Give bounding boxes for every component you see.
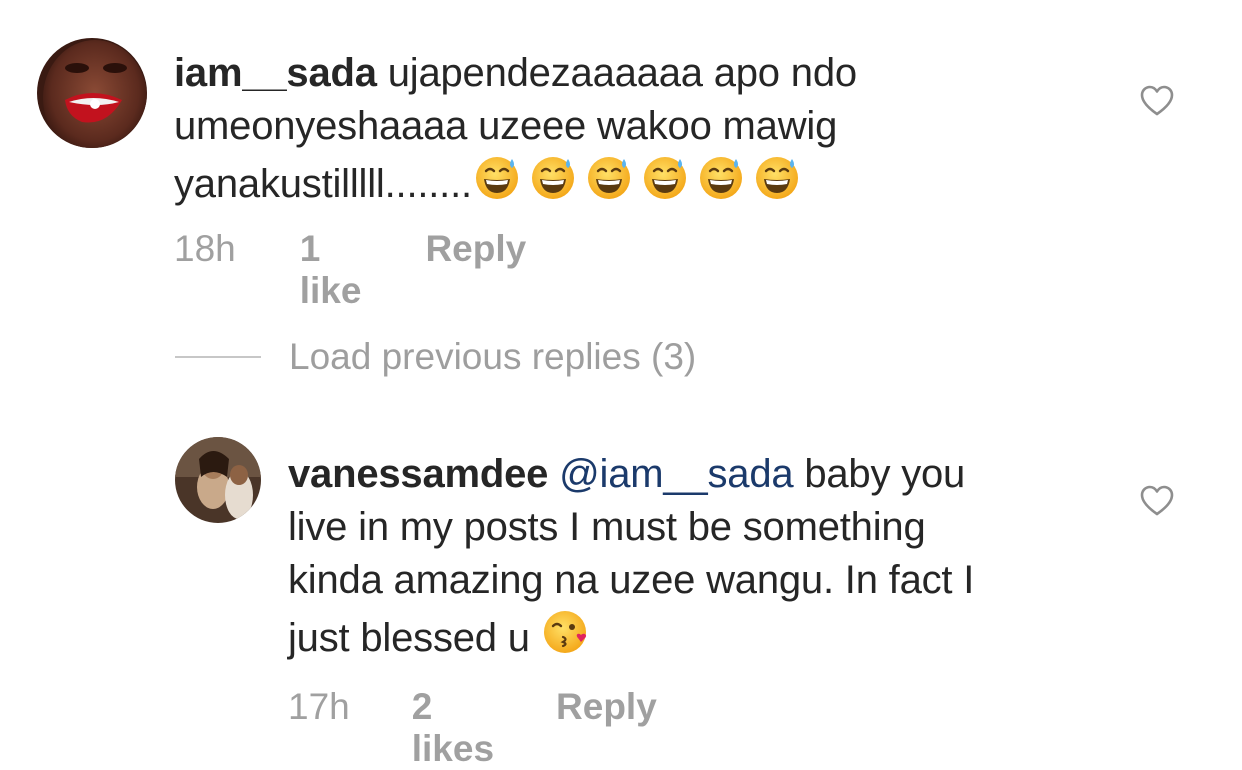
comment-text: vanessamdee @iam__sada baby you live in …: [288, 448, 1108, 665]
divider: [175, 356, 261, 358]
comment-line: ujapendezaaaaaa apo ndo: [387, 51, 857, 95]
avatar[interactable]: [175, 437, 261, 523]
comment-line: umeonyeshaaaa uzeee wakoo mawig: [174, 104, 838, 148]
comment-username[interactable]: iam__sada: [174, 51, 377, 95]
grinning-sweat-emoji: [528, 153, 578, 203]
load-previous-replies[interactable]: Load previous replies (3): [175, 336, 696, 378]
reply-button[interactable]: Reply: [556, 686, 657, 728]
likes-count[interactable]: 2 likes: [412, 686, 494, 770]
comment-meta: 18h 1 like Reply: [174, 228, 526, 312]
mention-link[interactable]: @iam__sada: [559, 452, 793, 496]
kissing-heart-emoji: [541, 607, 591, 657]
reply-button[interactable]: Reply: [425, 228, 526, 270]
grinning-sweat-emoji: [640, 153, 690, 203]
comment-line: just blessed u: [288, 616, 530, 660]
comment-line: live in my posts I must be something: [288, 505, 926, 549]
grinning-sweat-emoji: [752, 153, 802, 203]
comment-text: iam__sada ujapendezaaaaaa apo ndo umeony…: [174, 47, 1074, 211]
comment-line: yanakustilllll........: [174, 162, 472, 206]
comment-time: 18h: [174, 228, 236, 269]
heart-outline-icon[interactable]: [1140, 85, 1174, 117]
comment-time: 17h: [288, 686, 350, 727]
grinning-sweat-emoji: [584, 153, 634, 203]
heart-outline-icon[interactable]: [1140, 485, 1174, 517]
comment-line: baby you: [804, 452, 966, 496]
comment-line: kinda amazing na uzee wangu. In fact I: [288, 558, 975, 602]
grinning-sweat-emoji: [472, 153, 522, 203]
load-previous-label: Load previous replies (3): [289, 336, 697, 377]
grinning-sweat-emoji: [696, 153, 746, 203]
comment-username[interactable]: vanessamdee: [288, 452, 548, 496]
avatar[interactable]: [37, 38, 147, 148]
comment-meta: 17h 2 likes Reply: [288, 686, 657, 770]
likes-count[interactable]: 1 like: [300, 228, 362, 312]
emoji-row: [472, 153, 802, 203]
